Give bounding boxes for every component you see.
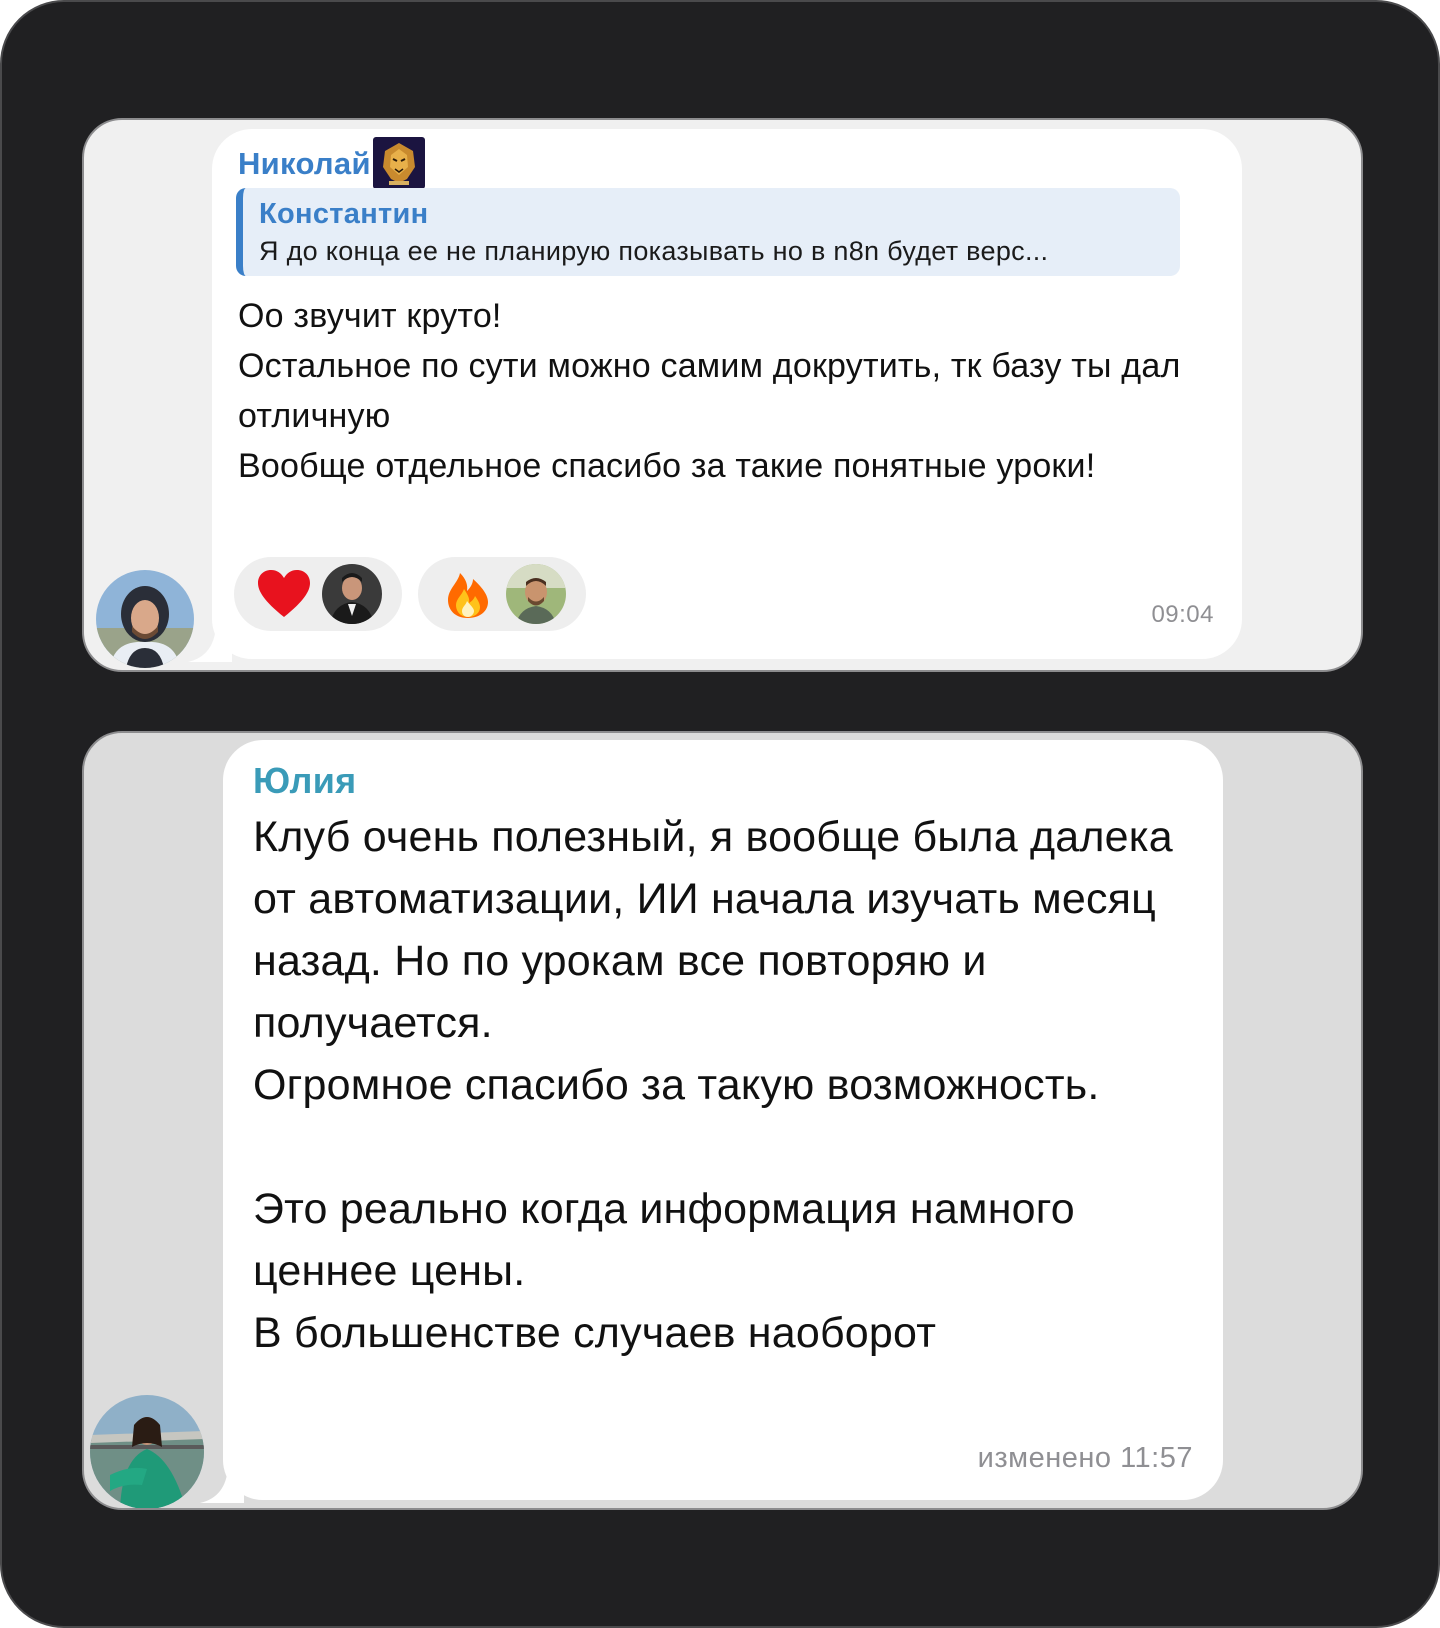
avatar[interactable] — [96, 570, 194, 668]
message-bubble[interactable]: Николай Константин Я до конца ее не план… — [212, 129, 1242, 659]
reactor-avatar — [506, 564, 566, 624]
reaction-heart[interactable] — [234, 557, 402, 631]
screenshot-frame: Николай Константин Я до конца ее не план… — [0, 0, 1440, 1628]
reactor-avatar — [322, 564, 382, 624]
reply-sender-name: Константин — [259, 198, 429, 230]
message-text: Клуб очень полезный, я вообще была далек… — [253, 813, 1173, 1357]
sender-name[interactable]: Николай — [238, 146, 371, 182]
message-time: 09:04 — [1151, 601, 1214, 628]
message-text: Оо звучит круто! Остальное по сути можно… — [238, 297, 1181, 485]
reaction-fire[interactable] — [418, 557, 586, 631]
message-card: Николай Константин Я до конца ее не план… — [82, 118, 1363, 672]
message-bubble[interactable]: Юлия Клуб очень полезный, я вообще была … — [223, 740, 1223, 1500]
avatar[interactable] — [90, 1395, 204, 1508]
reply-text: Я до конца ее не планирую показывать но … — [259, 236, 1049, 266]
heart-icon — [258, 570, 310, 617]
reply-quote[interactable]: Константин Я до конца ее не планирую пок… — [236, 188, 1180, 276]
fire-icon — [448, 573, 488, 618]
message-time: изменено 11:57 — [977, 1442, 1193, 1474]
message-card: Юлия Клуб очень полезный, я вообще была … — [82, 731, 1363, 1510]
sender-name[interactable]: Юлия — [253, 760, 356, 802]
tiger-badge-icon — [373, 137, 425, 189]
